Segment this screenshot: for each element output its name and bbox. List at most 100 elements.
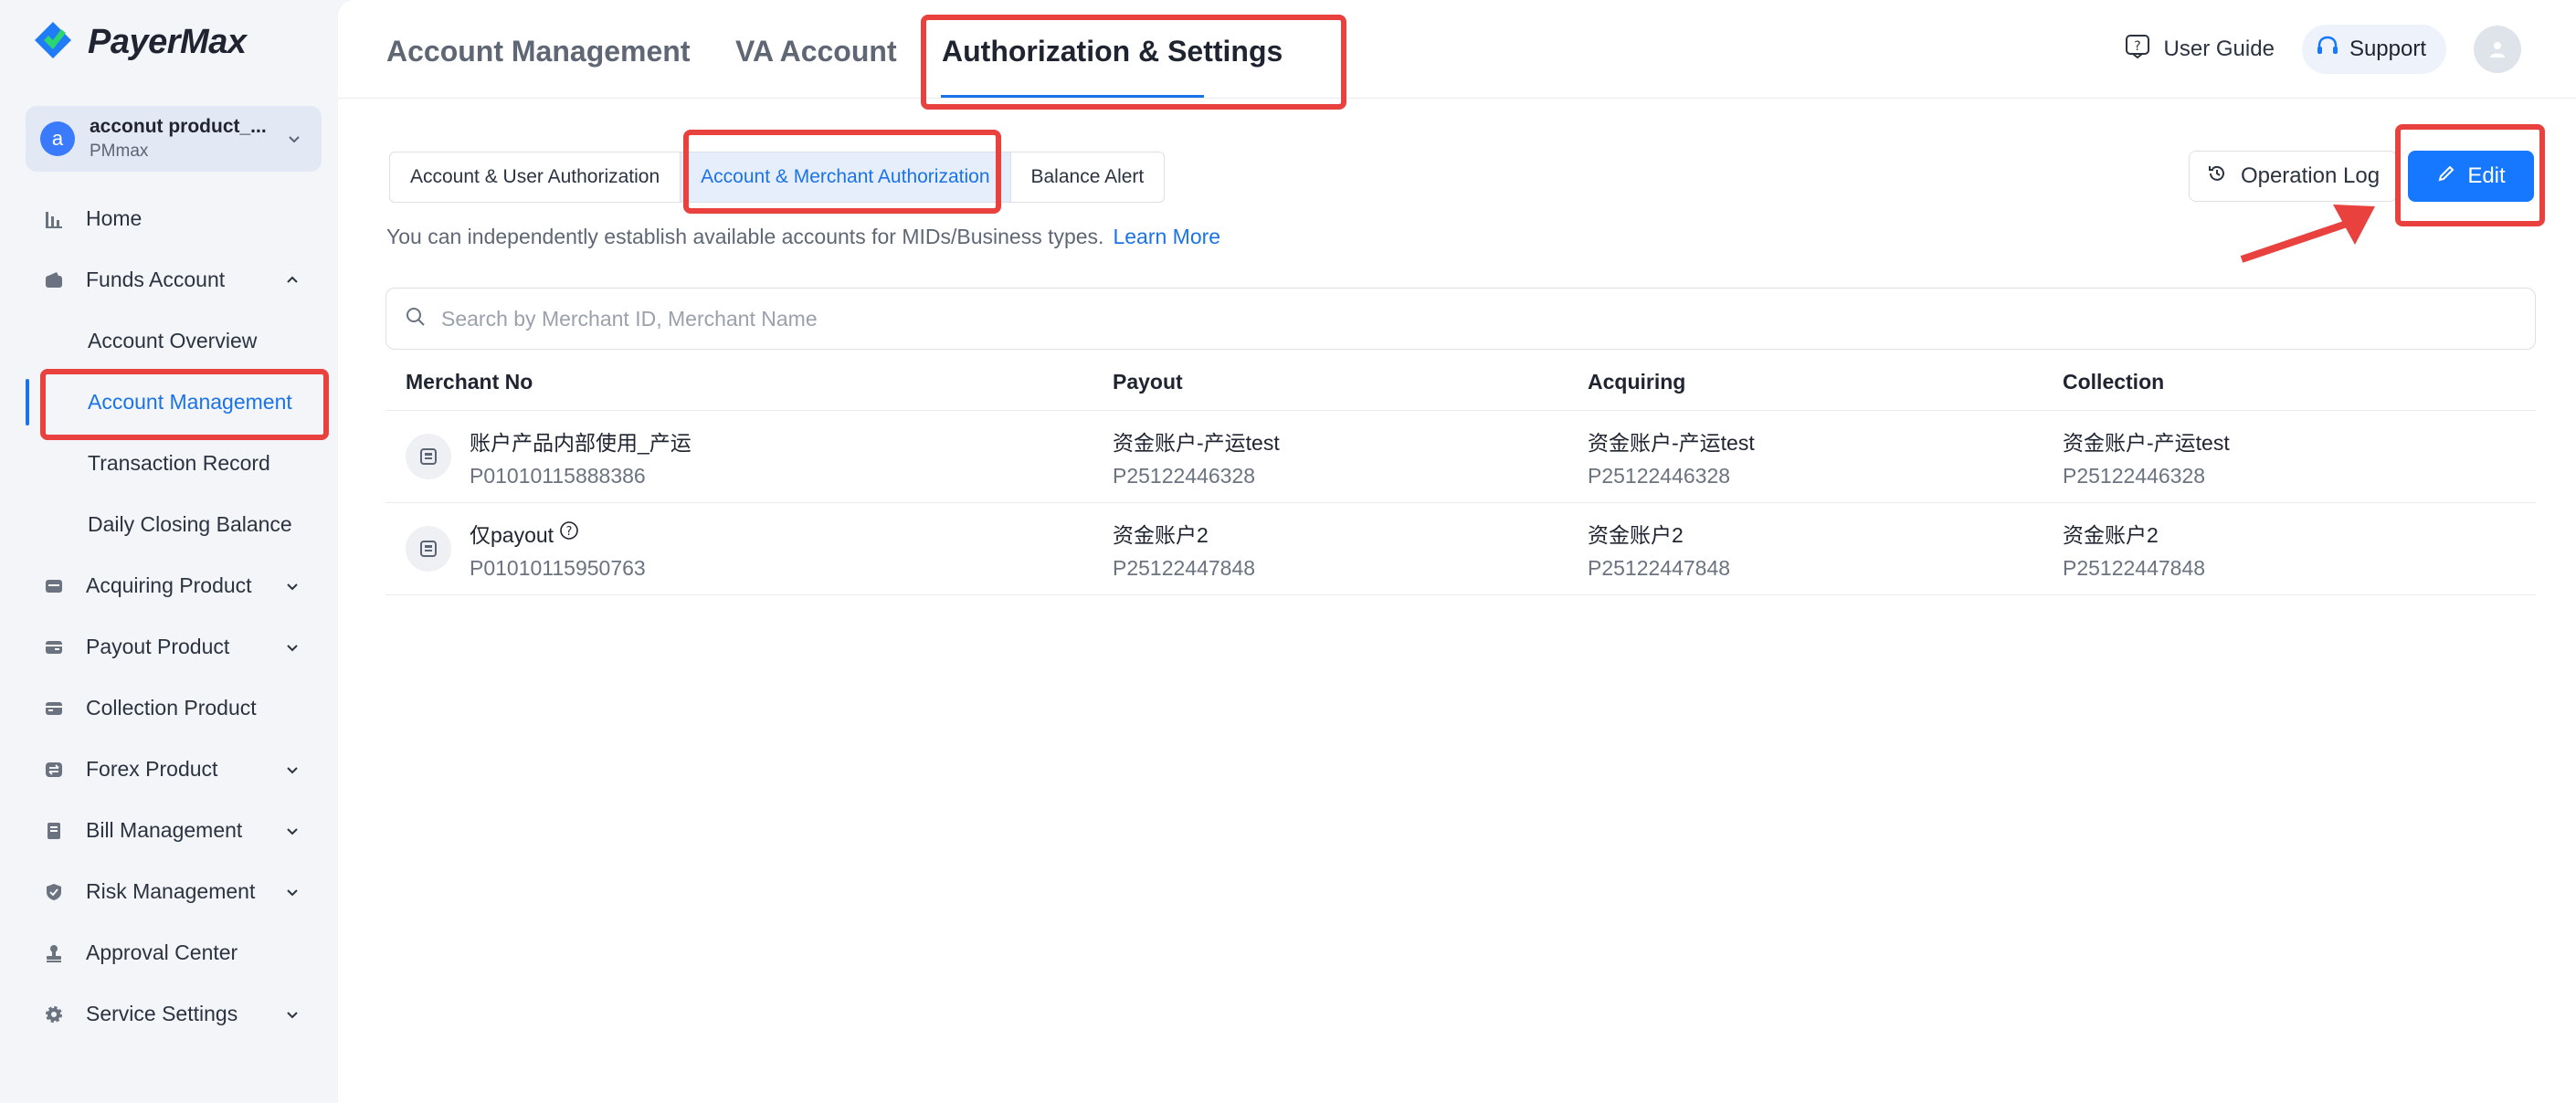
- table-row: 账户产品内部使用_产运 P01010115888386 资金账户-产运test …: [385, 411, 2536, 503]
- sidebar-item-label: Service Settings: [86, 1002, 238, 1025]
- tab-authorization-settings[interactable]: Authorization & Settings: [942, 35, 1283, 68]
- sidebar-item-transaction-record[interactable]: Transaction Record: [0, 433, 338, 494]
- column-header: Acquiring: [1588, 370, 1686, 394]
- description: You can independently establish availabl…: [386, 225, 1220, 249]
- merchant-name: 账户产品内部使用_产运: [470, 430, 692, 455]
- sidebar-item-label: Bill Management: [86, 818, 243, 842]
- sidebar-item-acquiring-product[interactable]: Acquiring Product: [0, 555, 338, 616]
- tab-va-account[interactable]: VA Account: [735, 35, 897, 68]
- annotation-arrow-icon: [2240, 205, 2375, 263]
- description-text: You can independently establish availabl…: [386, 225, 1104, 248]
- active-tab-underline: [941, 95, 1204, 98]
- sidebar-item-label: Forex Product: [86, 757, 218, 781]
- sidebar-item-label: Funds Account: [86, 268, 226, 291]
- collection-icon: [42, 697, 66, 720]
- learn-more-link[interactable]: Learn More: [1113, 225, 1220, 248]
- table-row: 仅payout ? P01010115950763 资金账户2 P2512244…: [385, 503, 2536, 595]
- sidebar-item-label: Home: [86, 206, 143, 230]
- sidebar-item-label: Payout Product: [86, 635, 230, 658]
- tab-account-management[interactable]: Account Management: [386, 35, 690, 68]
- svg-text:?: ?: [566, 525, 573, 539]
- sidebar-item-label: Acquiring Product: [86, 573, 252, 597]
- top-header: Account Management VA Account Authorizat…: [338, 0, 2576, 99]
- operation-log-button[interactable]: Operation Log: [2189, 151, 2397, 202]
- column-header: Payout: [1113, 370, 1183, 394]
- brand-name: PayerMax: [88, 22, 247, 61]
- search-icon: [405, 306, 427, 332]
- merchant-id: P01010115888386: [470, 463, 646, 488]
- chevron-up-icon: [281, 269, 303, 291]
- subtab-account-user-authorization[interactable]: Account & User Authorization: [390, 152, 681, 202]
- support-label: Support: [2349, 37, 2426, 61]
- wallet-icon: [42, 268, 66, 292]
- sidebar-item-approval-center[interactable]: Approval Center: [0, 922, 338, 983]
- org-switcher[interactable]: a acconut product_... PMmax: [26, 106, 322, 172]
- merchant-id: P01010115950763: [470, 555, 646, 580]
- payout-icon: [42, 636, 66, 659]
- pencil-icon: [2436, 163, 2456, 190]
- shield-icon: [42, 880, 66, 904]
- org-name: acconut product_...: [90, 116, 267, 137]
- collection-account-name: 资金账户2: [2063, 522, 2159, 547]
- org-sub: PMmax: [90, 142, 149, 161]
- card-icon: [42, 574, 66, 598]
- edit-button[interactable]: Edit: [2408, 151, 2534, 202]
- sidebar-item-daily-closing-balance[interactable]: Daily Closing Balance: [0, 494, 338, 555]
- payermax-logo-icon: [31, 20, 75, 64]
- sidebar-item-home[interactable]: Home: [0, 188, 338, 249]
- bill-icon: [42, 819, 66, 843]
- edit-label: Edit: [2467, 163, 2506, 188]
- sidebar-item-account-management[interactable]: Account Management: [0, 372, 338, 433]
- operation-log-label: Operation Log: [2240, 163, 2381, 188]
- column-header: Merchant No: [406, 370, 533, 394]
- subtab-balance-alert[interactable]: Balance Alert: [1011, 152, 1165, 202]
- org-avatar: a: [40, 121, 75, 156]
- acquiring-account-id: P25122447848: [1588, 555, 1731, 580]
- sidebar-item-forex-product[interactable]: Forex Product: [0, 739, 338, 800]
- chevron-down-icon: [281, 1003, 303, 1025]
- gear-icon: [42, 1003, 66, 1026]
- chevron-down-icon: [281, 636, 303, 658]
- sidebar-item-collection-product[interactable]: Collection Product: [0, 678, 338, 739]
- payout-account-name: 资金账户2: [1113, 522, 1209, 547]
- sidebar-item-funds-account[interactable]: Funds Account: [0, 249, 338, 310]
- sidebar-item-account-overview[interactable]: Account Overview: [0, 310, 338, 372]
- search-input[interactable]: [441, 306, 2085, 331]
- sidebar-item-label: Approval Center: [86, 940, 238, 964]
- history-icon: [2206, 163, 2228, 191]
- collection-account-id: P25122446328: [2063, 463, 2206, 488]
- sidebar-item-label: Daily Closing Balance: [88, 512, 292, 536]
- main-content: Account Management VA Account Authorizat…: [338, 0, 2576, 1103]
- chevron-down-icon: [281, 575, 303, 597]
- sidebar-item-payout-product[interactable]: Payout Product: [0, 616, 338, 678]
- user-avatar[interactable]: [2474, 26, 2521, 73]
- guide-icon: ?: [2124, 33, 2151, 67]
- collection-account-name: 资金账户-产运test: [2063, 430, 2230, 455]
- sidebar-item-service-settings[interactable]: Service Settings: [0, 983, 338, 1045]
- sidebar-item-label: Transaction Record: [88, 451, 270, 475]
- merchant-store-icon: [406, 434, 451, 479]
- chevron-down-icon: [281, 126, 307, 152]
- sidebar: PayerMax a acconut product_... PMmax Hom…: [0, 0, 338, 1103]
- merchant-store-icon: [406, 526, 451, 572]
- sidebar-item-bill-management[interactable]: Bill Management: [0, 800, 338, 861]
- active-indicator: [26, 379, 29, 425]
- bar-chart-icon: [42, 207, 66, 231]
- support-button[interactable]: Support: [2301, 25, 2446, 74]
- sidebar-item-label: Account Management: [88, 390, 292, 414]
- chevron-down-icon: [281, 881, 303, 903]
- merchant-table: Merchant No Payout Acquiring Collection …: [385, 354, 2536, 595]
- subtab-account-merchant-authorization[interactable]: Account & Merchant Authorization: [681, 152, 1011, 202]
- acquiring-account-name: 资金账户2: [1588, 522, 1684, 547]
- search-box[interactable]: [385, 288, 2536, 350]
- brand-logo[interactable]: PayerMax: [31, 20, 247, 64]
- chevron-down-icon: [281, 820, 303, 842]
- collection-account-id: P25122447848: [2063, 555, 2206, 580]
- svg-text:?: ?: [2134, 39, 2140, 54]
- acquiring-account-name: 资金账户-产运test: [1588, 430, 1755, 455]
- user-guide-link[interactable]: ? User Guide: [2124, 33, 2275, 67]
- help-circle-icon[interactable]: ?: [559, 520, 579, 546]
- user-guide-label: User Guide: [2163, 37, 2275, 61]
- sidebar-item-label: Account Overview: [88, 329, 258, 352]
- sidebar-item-risk-management[interactable]: Risk Management: [0, 861, 338, 922]
